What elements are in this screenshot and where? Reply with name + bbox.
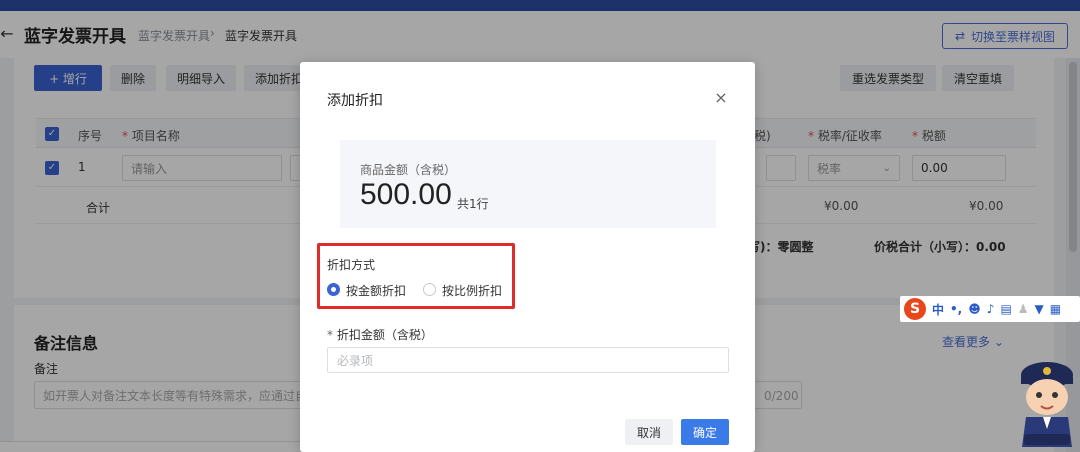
radio-by-amount-label[interactable]: 按金额折扣	[346, 282, 406, 299]
radio-by-amount[interactable]	[327, 283, 340, 296]
goods-amount-card: 商品金额（含税） 500.00 共1行	[340, 140, 716, 228]
radio-by-ratio-label[interactable]: 按比例折扣	[442, 282, 502, 299]
modal-title: 添加折扣	[327, 93, 383, 109]
user-icon[interactable]: ♟	[1018, 302, 1029, 316]
discount-method-highlight	[317, 243, 515, 309]
microphone-icon[interactable]: ♪	[987, 302, 995, 316]
confirm-button[interactable]: 确定	[681, 419, 729, 445]
close-icon[interactable]: ×	[714, 88, 728, 107]
discount-amount-input[interactable]: 必录项	[327, 347, 729, 373]
emoji-icon[interactable]: ☻	[968, 302, 981, 316]
tax-officer-mascot-icon	[1021, 362, 1073, 447]
goods-amount-value: 500.00	[360, 178, 452, 211]
discount-method-label: 折扣方式	[327, 258, 376, 272]
cancel-button[interactable]: 取消	[625, 419, 673, 445]
punctuation-icon[interactable]: •,	[950, 302, 962, 316]
discount-amount-label: * 折扣金额（含税）	[327, 328, 433, 342]
toolbox-icon[interactable]: ▦	[1050, 302, 1061, 316]
radio-by-ratio[interactable]	[423, 283, 436, 296]
add-discount-modal: 添加折扣 × 商品金额（含税） 500.00 共1行 折扣方式 按金额折扣 按比…	[300, 62, 755, 452]
keyboard-icon[interactable]: ▤	[1000, 302, 1011, 316]
ime-logo-icon[interactable]: S	[904, 298, 926, 320]
goods-amount-label: 商品金额（含税）	[360, 163, 457, 177]
ime-lang-toggle[interactable]: 中	[932, 301, 944, 318]
ime-toolbar[interactable]: S 中 •, ☻ ♪ ▤ ♟ ▼ ▦	[900, 296, 1080, 322]
goods-row-count: 共1行	[457, 197, 489, 211]
skin-icon[interactable]: ▼	[1035, 302, 1044, 316]
